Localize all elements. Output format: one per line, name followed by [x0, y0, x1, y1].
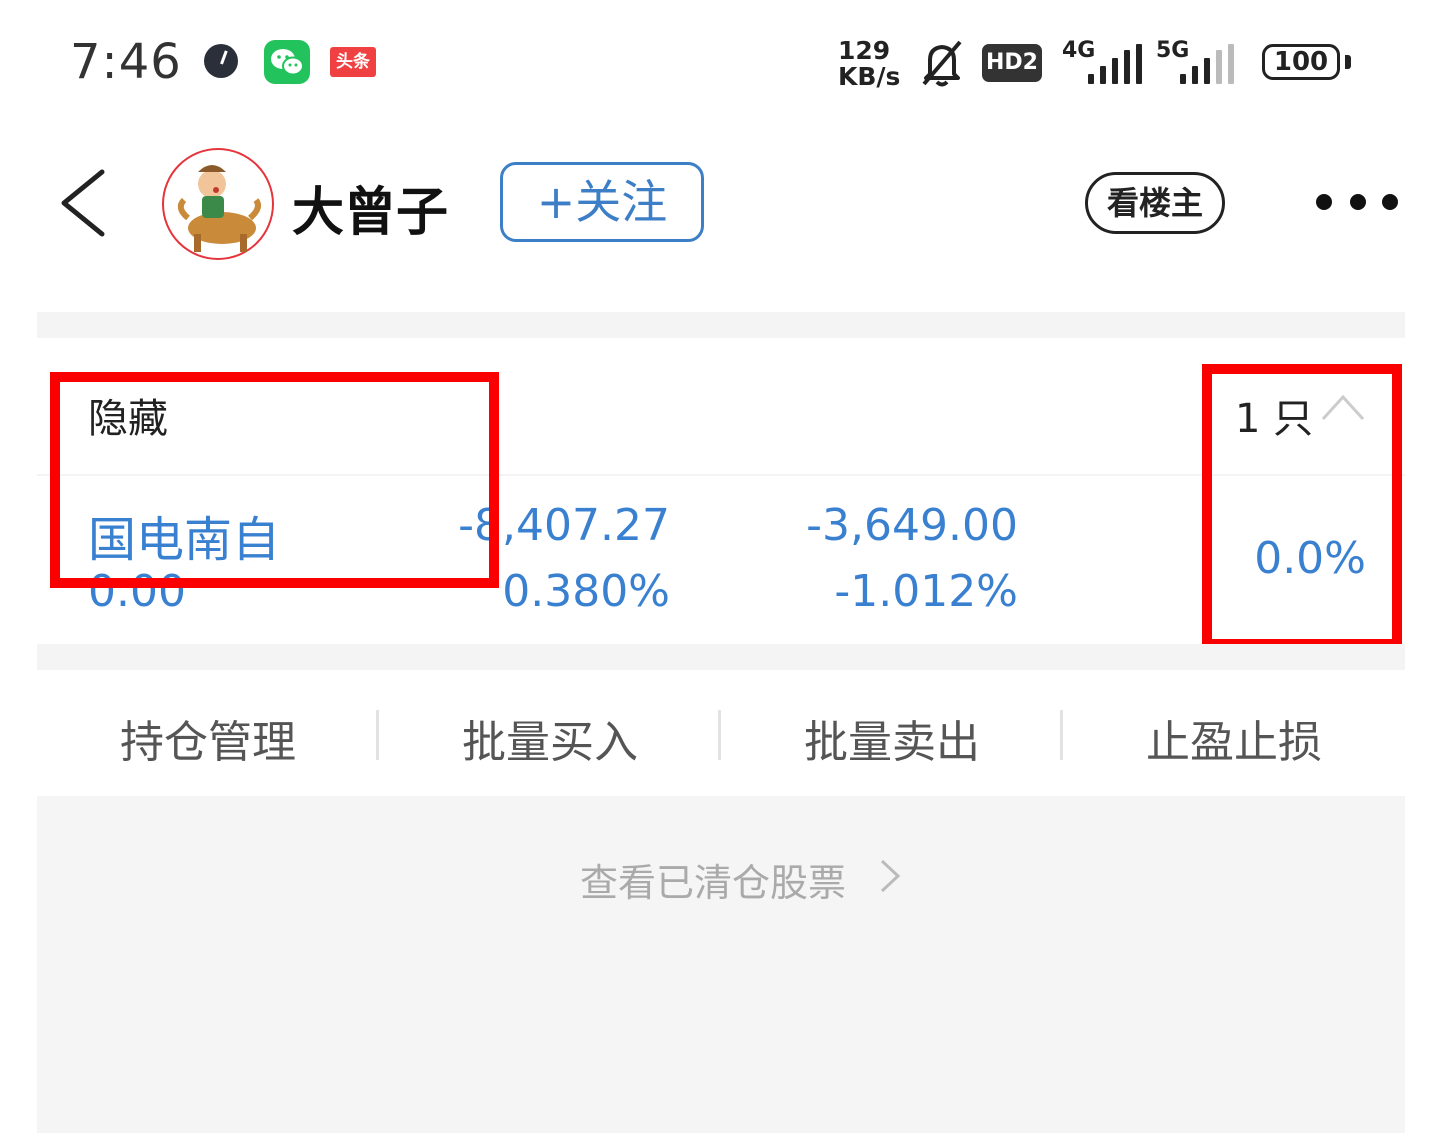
toutiao-icon: 头条 [330, 47, 376, 77]
status-time: 7:46 [70, 34, 182, 90]
back-arrow-icon[interactable] [58, 168, 106, 238]
thread-author-name[interactable]: 大曾子 [292, 170, 448, 245]
batch-buy-button[interactable]: 批量买入 [420, 706, 680, 770]
follow-button[interactable]: +关注 [500, 162, 704, 242]
cleared-stocks-area [37, 796, 1405, 1133]
battery-indicator: 100 [1262, 44, 1340, 80]
action-separator [718, 710, 721, 760]
action-separator [376, 710, 379, 760]
network-speed-unit: KB/s [838, 62, 901, 91]
sim2-signal-icon [1180, 44, 1240, 84]
view-op-only-button[interactable]: 看楼主 [1085, 172, 1225, 234]
network-speed-value: 129 [838, 36, 891, 65]
wechat-icon [264, 40, 310, 84]
network-speed: 129 KB/s [838, 38, 900, 90]
hd-voice-badge: HD2 [982, 44, 1042, 82]
daily-change-percent: -1.012% [834, 566, 1018, 617]
clock-app-icon [204, 44, 238, 78]
daily-change-amount: -3,649.00 [806, 500, 1018, 551]
manage-positions-button[interactable]: 持仓管理 [78, 706, 338, 770]
take-profit-stop-loss-button[interactable]: 止盈止损 [1104, 706, 1364, 770]
avatar[interactable] [162, 148, 274, 260]
bell-muted-icon [918, 38, 966, 88]
view-cleared-stocks-link[interactable]: 查看已清仓股票 [580, 852, 846, 907]
chevron-right-icon[interactable] [878, 858, 902, 894]
section-divider [37, 644, 1405, 670]
batch-sell-button[interactable]: 批量卖出 [762, 706, 1022, 770]
sim1-signal-icon [1088, 44, 1148, 84]
more-options-icon[interactable] [1316, 194, 1398, 212]
section-divider [37, 312, 1405, 338]
battery-tip-icon [1345, 55, 1351, 69]
action-separator [1060, 710, 1063, 760]
highlight-box-left [50, 372, 499, 588]
highlight-box-right [1202, 364, 1402, 649]
